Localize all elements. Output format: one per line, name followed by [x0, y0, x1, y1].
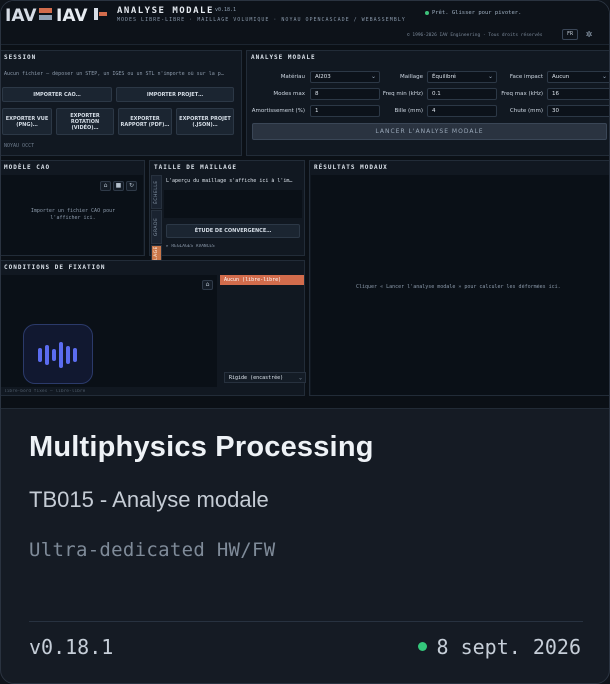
export-project-button[interactable]: EXPORTER PROJET (.JSON)…	[176, 108, 234, 135]
status-dot-icon	[425, 10, 429, 15]
cad-model-title: MODÈLE CAO	[4, 164, 51, 171]
chevron-down-icon: ⌄	[298, 375, 302, 381]
app-title: ANALYSE MODALE	[117, 6, 214, 16]
modes-max-label: Modes max	[273, 91, 305, 97]
fixation-footer: libre-bord fixes — libre-libre	[4, 389, 86, 394]
chevron-down-icon: ⌄	[370, 73, 376, 80]
app-version: v0.18.1	[215, 7, 237, 13]
home-view-icon[interactable]: ⌂	[202, 280, 213, 290]
app-header: IAV IAV ANALYSE MODALE v0.18.1 MODES LIB…	[1, 1, 609, 45]
material-select[interactable]: Al203 ⌄	[310, 71, 380, 83]
advanced-settings-toggle[interactable]: ▸ RÉGLAGES AVANCÉS	[166, 244, 215, 249]
face-impact-select[interactable]: Aucun ⌄	[547, 71, 609, 83]
logo-primary: IAV	[5, 6, 37, 26]
kernel-label: NOYAU OCCT	[4, 143, 35, 149]
settings-gear-icon[interactable]: ✲	[584, 30, 594, 40]
fixation-option-rigid[interactable]: Rigide (encastrée) ⌄	[224, 372, 306, 383]
app-screenshot-preview: IAV IAV ANALYSE MODALE v0.18.1 MODES LIB…	[1, 1, 609, 409]
bead-label: Bille (mm)	[394, 108, 424, 114]
modal-title: ANALYSE MODALE	[251, 54, 316, 61]
fixation-title: CONDITIONS DE FIXATION	[4, 264, 106, 271]
home-view-icon[interactable]: ⌂	[100, 181, 111, 191]
mesh-preview-area	[164, 190, 302, 218]
chevron-down-icon: ⌄	[487, 73, 493, 80]
mesh-preview-hint: L'aperçu du maillage s'affiche ici à l'i…	[166, 178, 293, 184]
import-cad-button[interactable]: IMPORTER CAO…	[2, 87, 112, 102]
card-title: Multiphysics Processing	[29, 431, 374, 463]
fixation-option-free[interactable]: Aucun (libre-libre)	[220, 275, 304, 285]
audio-waveform-icon	[23, 324, 93, 384]
cad-model-panel: MODÈLE CAO ⌂ ■ ↻ Importer un fichier CAO…	[1, 160, 145, 256]
modes-max-input[interactable]: 8	[310, 88, 380, 100]
results-hint: Cliquer « Lancer l'analyse modale » pour…	[356, 284, 561, 290]
tab-grade[interactable]: GRADE	[151, 210, 162, 244]
status-dot-icon	[417, 642, 427, 651]
modal-results-panel: RÉSULTATS MODAUX Cliquer « Lancer l'anal…	[309, 160, 609, 396]
damping-input[interactable]: 1	[310, 105, 380, 117]
preview-divider	[1, 408, 609, 409]
mesh-size-panel: TAILLE DE MAILLAGE ÉCHELLE GRADE RÉGLAGE…	[149, 160, 305, 273]
cad-placeholder: Importer un fichier CAO pour l'afficher …	[30, 208, 116, 221]
freq-max-label: Freq max (kHz)	[501, 91, 543, 97]
tab-scale[interactable]: ÉCHELLE	[151, 175, 162, 209]
mesh-size-title: TAILLE DE MAILLAGE	[154, 164, 238, 171]
reset-rotation-icon[interactable]: ↻	[126, 181, 137, 191]
material-label: Matériau	[280, 74, 305, 80]
export-view-button[interactable]: EXPORTER VUE (PNG)…	[2, 108, 52, 135]
export-rotation-button[interactable]: EXPORTER ROTATION (VIDÉO)…	[56, 108, 114, 135]
status-message: Prêt. Glisser pour pivoter.	[425, 10, 521, 16]
convergence-study-button[interactable]: ÉTUDE DE CONVERGENCE…	[166, 224, 300, 238]
app-subtitle: MODES LIBRE-LIBRE · MAILLAGE VOLUMIQUE ·…	[117, 17, 406, 23]
logo-mark-icon	[39, 8, 52, 20]
chevron-down-icon: ⌄	[601, 73, 607, 80]
run-modal-analysis-button[interactable]: LANCER L'ANALYSE MODALE	[252, 123, 607, 140]
freq-min-input[interactable]: 0.1	[427, 88, 497, 100]
export-report-button[interactable]: EXPORTER RAPPORT (PDF)…	[118, 108, 172, 135]
session-title: SESSION	[4, 54, 37, 61]
card-divider	[29, 621, 583, 622]
session-hint: Aucun fichier — déposer un STEP, un IGES…	[4, 71, 224, 77]
app-card[interactable]: IAV IAV ANALYSE MODALE v0.18.1 MODES LIB…	[0, 0, 610, 684]
card-version: v0.18.1	[29, 635, 114, 659]
mesh-label: Maillage	[400, 74, 423, 80]
damping-label: Amortissement (%)	[251, 108, 305, 114]
session-panel: SESSION Aucun fichier — déposer un STEP,…	[1, 50, 242, 156]
face-impact-label: Face impact	[509, 74, 543, 80]
logo-secondary: IAV	[56, 6, 88, 26]
solid-view-icon[interactable]: ■	[113, 181, 124, 191]
card-date: 8 sept. 2026	[417, 635, 581, 659]
freq-max-input[interactable]: 16	[547, 88, 609, 100]
mesh-select[interactable]: Équilibré ⌄	[427, 71, 497, 83]
modal-analysis-panel: ANALYSE MODALE Matériau Al203 ⌄ Maillage …	[246, 50, 609, 156]
results-title: RÉSULTATS MODAUX	[314, 164, 388, 171]
drop-label: Chute (mm)	[509, 108, 543, 114]
logo-mark-icon	[94, 8, 107, 20]
drop-input[interactable]: 30	[547, 105, 609, 117]
language-button[interactable]: FR	[562, 29, 578, 40]
card-subtitle: TB015 - Analyse modale	[29, 487, 269, 512]
bead-input[interactable]: 4	[427, 105, 497, 117]
freq-min-label: Freq min (kHz)	[382, 91, 423, 97]
copyright: © 1996-2026 IAV Engineering · Tous droit…	[407, 33, 543, 38]
import-project-button[interactable]: IMPORTER PROJET…	[116, 87, 234, 102]
card-tagline: Ultra-dedicated HW/FW	[29, 539, 276, 561]
